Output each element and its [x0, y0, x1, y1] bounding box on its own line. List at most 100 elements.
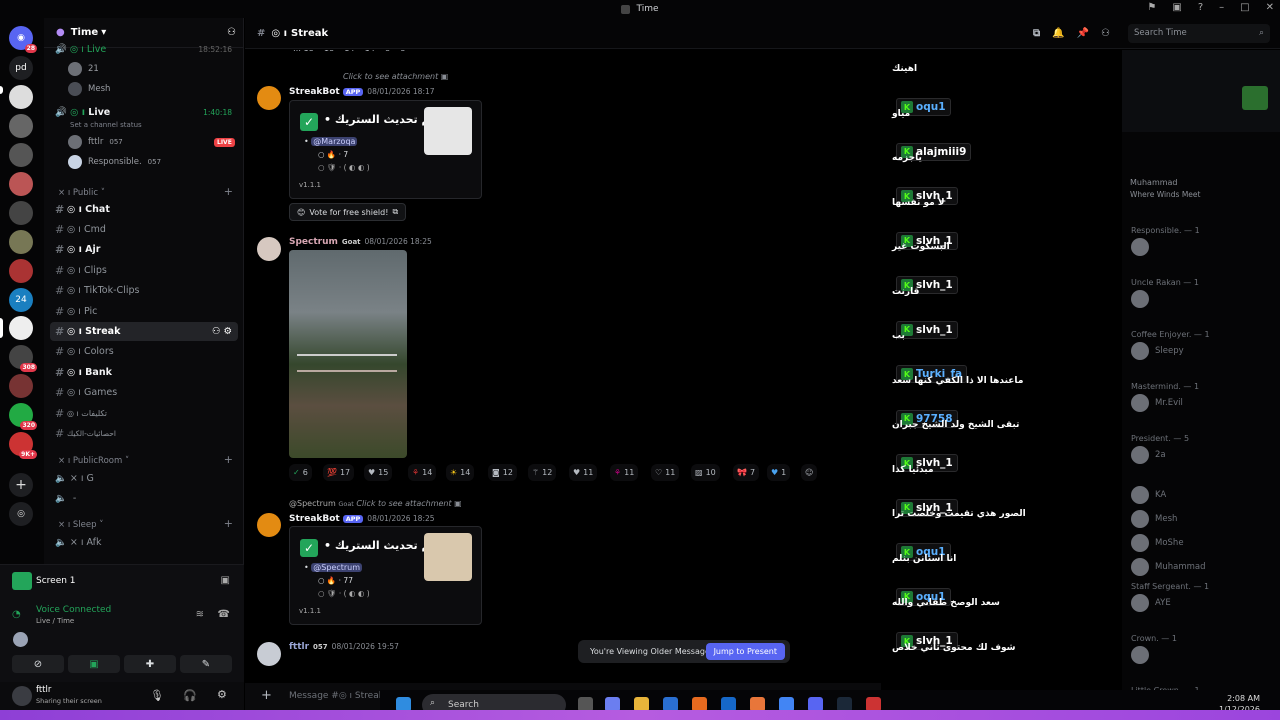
embed-thumbnail[interactable] [424, 107, 472, 155]
screen-share-button[interactable]: ▣ [68, 655, 120, 673]
activities-button[interactable]: ✚ [124, 655, 176, 673]
image-attachment[interactable] [289, 250, 407, 458]
reaction[interactable]: ▨ 10 [691, 464, 720, 481]
server-icon[interactable]: 320 [9, 403, 37, 430]
add-channel-icon[interactable]: + [224, 517, 233, 530]
member-row[interactable]: Muhammad [1131, 558, 1205, 576]
server-icon[interactable] [9, 85, 33, 109]
channel-colors[interactable]: # ◎ ı Colors [50, 342, 238, 361]
reaction[interactable]: ♡ 11 [651, 464, 680, 481]
member-row[interactable]: Mesh [1131, 510, 1177, 528]
reaction[interactable]: ☀ 14 [446, 464, 475, 481]
member-row[interactable]: 2a [1131, 446, 1166, 464]
channel-assignments[interactable]: # ◎ ı تكليفات [50, 404, 238, 423]
member-row[interactable]: KA [1131, 486, 1166, 504]
attach-plus-icon[interactable]: + [261, 688, 272, 703]
voice-channel-g[interactable]: 🔈 × ı G [50, 469, 238, 488]
header-toolbar-icons[interactable]: ⧉🔔📌⚇ [1033, 28, 1122, 39]
reaction[interactable]: ♥ 15 [364, 464, 393, 481]
reaction[interactable]: ♥ 1 [767, 464, 791, 481]
embed-thumbnail[interactable] [424, 533, 472, 581]
server-icon[interactable] [9, 374, 33, 398]
signal-icon[interactable]: ◔ [12, 609, 21, 620]
reaction[interactable]: ⚘ 11 [610, 464, 639, 481]
add-server-button[interactable]: + [9, 473, 33, 497]
voice-user[interactable]: 21 [68, 62, 99, 76]
bot-avatar[interactable] [257, 86, 281, 110]
member-row[interactable]: AYE [1131, 594, 1171, 612]
server-icon[interactable]: 308 [9, 345, 37, 372]
channel-ajr[interactable]: # ◎ ı Ajr [50, 240, 238, 259]
settings-gear-icon[interactable]: ⚙ [217, 688, 227, 701]
help-icon[interactable]: ? [1198, 2, 1203, 13]
channel-games[interactable]: # ◎ ı Games [50, 383, 238, 402]
reaction[interactable]: ⚘ 14 [408, 464, 437, 481]
category-sleep[interactable]: × ı Sleep ˅ [58, 520, 103, 530]
server-icon[interactable] [9, 143, 33, 167]
channel-bank[interactable]: # ◎ ı Bank [50, 363, 238, 382]
channel-clips[interactable]: # ◎ ı Clips [50, 261, 238, 280]
voice-channel-dash[interactable]: 🔈 - [50, 489, 238, 508]
server-icon[interactable] [9, 172, 33, 196]
voice-channel-afk[interactable]: 🔈 × ı Afk [50, 533, 238, 552]
user-avatar[interactable] [12, 686, 32, 706]
channel-chat[interactable]: # ◎ ı Chat [50, 200, 238, 219]
voice-user[interactable]: fttlr 057 [68, 135, 123, 149]
channel-status[interactable]: Set a channel status [70, 121, 142, 129]
channel-settings-icon[interactable]: ⚇ ⚙ [212, 326, 232, 337]
activity-user[interactable]: Muhammad [1130, 178, 1178, 187]
search-input[interactable]: Search Time [1128, 24, 1270, 43]
reaction[interactable]: ⚚ 12 [528, 464, 557, 481]
voice-channel-live-2[interactable]: 🔊 ◎ ı Live 1:40:18 [50, 103, 238, 122]
message-author[interactable]: fttlr 057 08/01/2026 19:57 [289, 642, 399, 652]
add-channel-icon[interactable]: + [224, 185, 233, 198]
headphones-icon[interactable]: 🎧 [183, 689, 197, 702]
reaction[interactable]: 💯 17 [323, 464, 355, 481]
server-time[interactable] [9, 316, 33, 340]
reaction[interactable]: ♥ 11 [569, 464, 598, 481]
flag-icon[interactable]: ⚑ [1147, 2, 1156, 13]
camera-off-button[interactable]: ⊘ [12, 655, 64, 673]
reaction[interactable]: ◙ 12 [488, 464, 517, 481]
embed-mention[interactable]: • @Spectrum [304, 563, 363, 572]
category-public-room[interactable]: × ı PublicRoom ˅ [58, 456, 129, 466]
channel-tiktok-clips[interactable]: # ◎ ı TikTok-Clips [50, 281, 238, 300]
disconnect-icon[interactable]: ☎ [218, 609, 230, 620]
message-input[interactable]: Message #◎ ı Streak [289, 691, 384, 701]
vote-shield-button[interactable]: 😊 Vote for free shield! ⧉ [289, 203, 407, 221]
server-icon[interactable] [9, 259, 33, 283]
add-member-icon[interactable]: ⚇ [227, 27, 236, 38]
message-author[interactable]: StreakBot APP 08/01/2026 18:25 [289, 514, 435, 524]
member-row[interactable] [1131, 290, 1155, 308]
user-avatar[interactable] [257, 237, 281, 261]
grid-app-icon[interactable] [1242, 86, 1268, 110]
voice-user[interactable]: Mesh [68, 82, 110, 96]
server-icon[interactable]: 24 [9, 288, 33, 312]
server-icon[interactable] [9, 114, 33, 138]
reaction[interactable]: ✓ 6 [289, 464, 312, 481]
channel-streak[interactable]: # ◎ ı Streak ⚇ ⚙ [50, 322, 238, 341]
jump-to-present-button[interactable]: Jump to Present [705, 643, 785, 660]
member-row[interactable]: MoShe [1131, 534, 1184, 552]
close-icon[interactable]: ✕ [1266, 2, 1274, 13]
add-reaction-button[interactable]: ☺ [801, 464, 818, 481]
channel-cmd[interactable]: # ◎ ı Cmd [50, 220, 238, 239]
microphone-icon[interactable]: 🎙 [150, 689, 164, 702]
message-author[interactable]: Spectrum Goat 08/01/2026 18:25 [289, 237, 432, 247]
member-row[interactable]: Mr.Evil [1131, 394, 1183, 412]
server-pd[interactable]: pd [9, 56, 33, 80]
add-channel-icon[interactable]: + [224, 453, 233, 466]
category-public[interactable]: × ı Public ˅ [58, 188, 105, 198]
home-button[interactable]: ◉ 28 [9, 26, 37, 53]
voice-user[interactable]: Responsible. 057 [68, 155, 161, 169]
popout-icon[interactable]: ▣ [221, 575, 230, 586]
channel-pic[interactable]: # ◎ ı Pic [50, 302, 238, 321]
server-icon[interactable] [9, 201, 33, 225]
member-row[interactable] [1131, 646, 1155, 664]
avatar[interactable] [13, 632, 28, 647]
user-avatar[interactable] [257, 642, 281, 666]
server-icon[interactable]: 9K+ [9, 432, 37, 459]
voice-channel-live-1[interactable]: 🔊 ◎ ı Live 18:52:16 [50, 40, 238, 59]
embed-mention[interactable]: • @Marzoqa [304, 137, 358, 146]
channel-kick-stats[interactable]: # احصائيات-الكيك [50, 424, 238, 443]
